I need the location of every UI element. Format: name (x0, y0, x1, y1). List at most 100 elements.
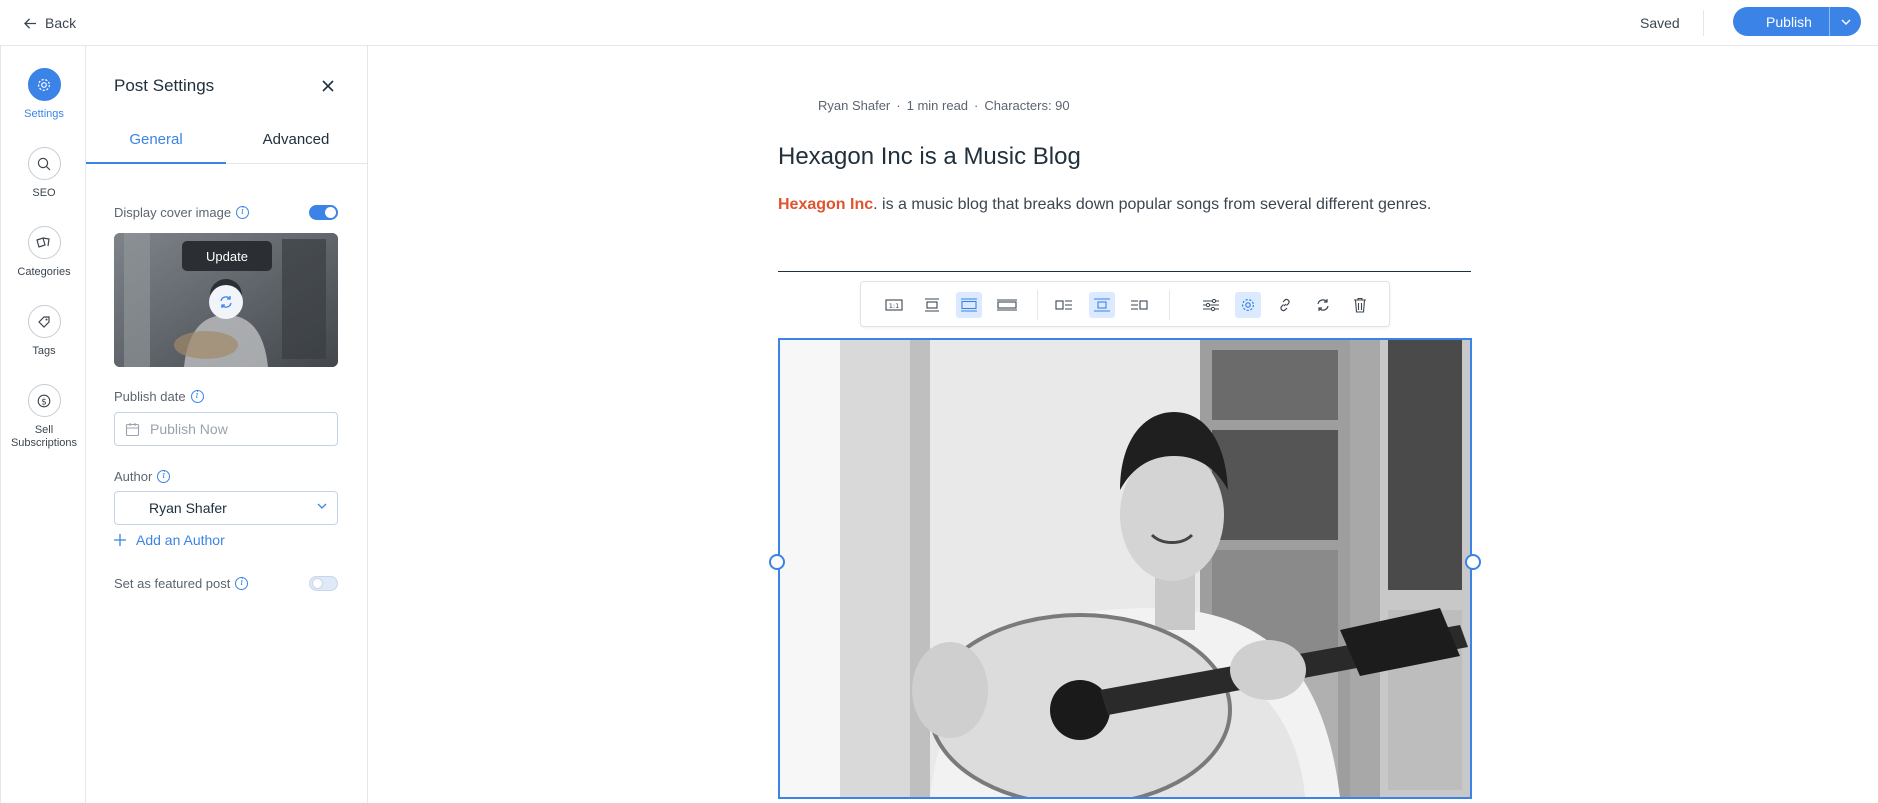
full-width-button[interactable] (994, 292, 1020, 318)
delete-button[interactable] (1347, 292, 1373, 318)
original-size-icon: 1:1 (885, 299, 903, 311)
back-label: Back (45, 15, 77, 31)
panel-title: Post Settings (114, 76, 215, 95)
plus-icon (114, 534, 126, 546)
meta-separator: · (896, 98, 901, 113)
author-row: Author i (114, 469, 171, 484)
featured-post-toggle[interactable] (309, 576, 338, 591)
author-value: Ryan Shafer (149, 500, 227, 516)
read-time: 1 min read (906, 98, 969, 113)
replace-button[interactable] (1310, 292, 1336, 318)
svg-text:1:1: 1:1 (889, 302, 899, 310)
best-fit-button[interactable] (956, 292, 982, 318)
post-author: Ryan Shafer (818, 98, 891, 113)
original-size-button[interactable]: 1:1 (881, 292, 907, 318)
sidebar-item-settings[interactable]: Settings (1, 68, 87, 121)
sidebar-item-tags[interactable]: Tags (1, 305, 87, 358)
cover-image-toggle[interactable] (309, 205, 338, 220)
author-select[interactable]: Ryan Shafer (114, 491, 338, 525)
toggle-knob (312, 578, 323, 589)
publish-dropdown-button[interactable] (1829, 7, 1861, 36)
sidebar-item-label: Sell Subscriptions (10, 424, 78, 449)
align-left-button[interactable] (1051, 292, 1077, 318)
sidebar-item-categories[interactable]: Categories (1, 226, 87, 279)
cover-image-row: Display cover image i (114, 205, 250, 220)
image-settings-button[interactable] (1235, 292, 1261, 318)
search-icon (27, 147, 61, 180)
sidebar-item-sell-subscriptions[interactable]: $ Sell Subscriptions (1, 384, 87, 450)
small-center-icon (925, 298, 939, 312)
align-left-icon (1055, 300, 1072, 310)
link-button[interactable] (1272, 292, 1298, 318)
body-text: . is a music blog that breaks down popul… (873, 196, 1432, 213)
publish-button[interactable]: Publish (1733, 7, 1829, 36)
sidebar-rail: Settings SEO Categories Tags $ Sell Subs… (0, 46, 86, 803)
tab-general[interactable]: General (86, 128, 226, 164)
featured-post-row: Set as featured post i (114, 576, 249, 591)
best-fit-icon (961, 298, 977, 312)
back-button[interactable]: Back (24, 12, 76, 34)
arrow-left-icon (24, 17, 37, 29)
info-icon[interactable]: i (235, 577, 249, 590)
publish-button-group: Publish (1733, 7, 1861, 36)
link-icon (1280, 298, 1290, 312)
sidebar-item-label: Tags (32, 345, 56, 357)
resize-handle-left[interactable] (769, 554, 785, 570)
editor-canvas: Ryan Shafer · 1 min read · Characters: 9… (368, 46, 1878, 803)
full-width-icon (997, 299, 1017, 311)
close-button[interactable] (318, 76, 338, 96)
cover-image-label: Display cover image (114, 205, 232, 220)
close-icon (322, 80, 334, 92)
sidebar-item-label: Settings (24, 108, 64, 120)
brand-text: Hexagon Inc (778, 196, 874, 213)
sidebar-item-label: Categories (17, 266, 71, 278)
save-status: Saved (1640, 15, 1680, 31)
post-title[interactable]: Hexagon Inc is a Music Blog (778, 143, 1081, 171)
post-meta: Ryan Shafer · 1 min read · Characters: 9… (818, 98, 1070, 113)
info-icon[interactable]: i (157, 470, 171, 483)
align-right-button[interactable] (1126, 292, 1152, 318)
add-author-button[interactable]: Add an Author (114, 532, 225, 548)
resize-handle-right[interactable] (1465, 554, 1481, 570)
featured-post-label: Set as featured post (114, 576, 231, 591)
align-center-icon (1094, 298, 1110, 312)
publish-date-label: Publish date (114, 389, 186, 404)
post-body[interactable]: Hexagon Inc. is a music blog that breaks… (778, 196, 1431, 214)
meta-separator: · (974, 98, 979, 113)
info-icon[interactable]: i (236, 206, 250, 219)
toolbar-separator (1169, 290, 1170, 320)
calendar-icon (125, 422, 140, 436)
tag-icon (27, 305, 61, 338)
dollar-icon: $ (27, 384, 61, 417)
post-image[interactable] (778, 338, 1472, 799)
settings-tabs: General Advanced (86, 128, 367, 164)
align-right-icon (1131, 300, 1148, 310)
post-settings-panel: Post Settings General Advanced Display c… (86, 46, 368, 803)
adjust-button[interactable] (1198, 292, 1224, 318)
settings-icon (1241, 298, 1255, 312)
image-toolbar: 1:1 (860, 281, 1390, 327)
replace-icon (1317, 299, 1329, 311)
character-count: Characters: 90 (984, 98, 1070, 113)
cover-image-preview[interactable]: Update (114, 233, 338, 367)
sidebar-item-label: SEO (32, 187, 56, 199)
adjust-icon (1203, 298, 1219, 312)
toggle-knob (325, 207, 336, 218)
update-cover-button[interactable] (209, 285, 243, 319)
sidebar-item-seo[interactable]: SEO (1, 147, 87, 200)
small-center-button[interactable] (919, 292, 945, 318)
tab-advanced[interactable]: Advanced (226, 128, 366, 164)
divider-line (778, 271, 1471, 272)
toolbar-separator (1037, 290, 1038, 320)
categories-icon (27, 226, 61, 259)
align-center-button[interactable] (1089, 292, 1115, 318)
author-label: Author (114, 469, 153, 484)
replace-icon (220, 296, 232, 308)
chevron-down-icon (317, 503, 327, 509)
divider (1703, 10, 1704, 36)
delete-icon (1354, 297, 1366, 313)
add-author-label: Add an Author (136, 532, 225, 548)
info-icon[interactable]: i (190, 390, 204, 403)
gear-icon (27, 68, 61, 101)
publish-date-field[interactable]: Publish Now (114, 412, 338, 446)
